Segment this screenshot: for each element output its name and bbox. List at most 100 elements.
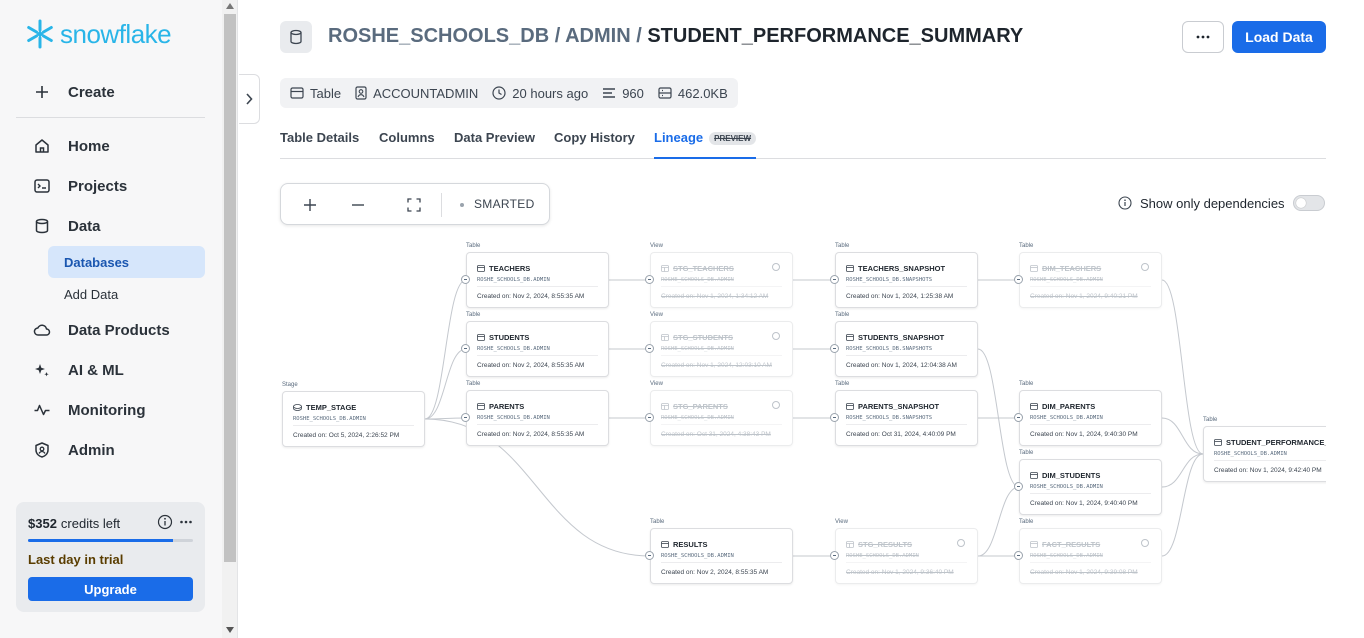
snowflake-logo[interactable]: snowflake: [24, 18, 172, 50]
more-options-icon[interactable]: [179, 515, 193, 532]
node-name: PARENTS_SNAPSHOT: [858, 402, 940, 411]
sidebar-subitem-databases[interactable]: Databases: [48, 246, 205, 278]
node-title: STG_STUDENTS: [661, 333, 733, 342]
view-icon: [661, 403, 669, 410]
lineage-node-parents[interactable]: PARENTS ROSHE_SCHOOLS_DB.ADMIN Created on:…: [466, 390, 609, 446]
load-data-button[interactable]: Load Data: [1232, 21, 1326, 53]
node-schema: ROSHE_SCHOOLS_DB.ADMIN: [661, 415, 734, 421]
lineage-node-fact-results[interactable]: FACT_RESULTS ROSHE_SCHOOLS_DB.ADMIN Create…: [1019, 528, 1162, 584]
tab-table-details[interactable]: Table Details: [280, 130, 359, 159]
logo-text: snowflake: [60, 18, 172, 49]
info-icon[interactable]: [772, 332, 780, 340]
tab-data-preview[interactable]: Data Preview: [454, 130, 535, 159]
sidebar-item-data[interactable]: Data: [16, 210, 205, 242]
collapse-upstream-button[interactable]: [645, 551, 654, 560]
scrollbar-thumb[interactable]: [224, 14, 236, 562]
meta-owner: ACCOUNTADMIN: [355, 86, 478, 101]
collapse-upstream-button[interactable]: [461, 413, 470, 422]
info-icon[interactable]: [157, 514, 173, 533]
lineage-node-students-snapshot[interactable]: STUDENTS_SNAPSHOT ROSHE_SCHOOLS_DB.SNAPSH…: [835, 321, 978, 377]
collapse-upstream-button[interactable]: [1014, 482, 1023, 491]
node-title: STG_PARENTS: [661, 402, 728, 411]
lineage-edge: [424, 279, 467, 420]
sidebar-item-monitoring[interactable]: Monitoring: [16, 394, 205, 426]
sidebar-item-ai-ml[interactable]: AI & ML: [16, 354, 205, 386]
fit-view-button[interactable]: [403, 194, 425, 216]
info-icon[interactable]: [1141, 539, 1149, 547]
lineage-canvas[interactable]: Stage TEMP_STAGE ROSHE_SCHOOLS_DB.ADMIN Cre…: [280, 236, 1326, 596]
lineage-node-dim-students[interactable]: DIM_STUDENTS ROSHE_SCHOOLS_DB.ADMIN Create…: [1019, 459, 1162, 515]
info-icon[interactable]: [772, 401, 780, 409]
lineage-node-stg-parents[interactable]: STG_PARENTS ROSHE_SCHOOLS_DB.ADMIN Created…: [650, 390, 793, 446]
node-divider: [1030, 493, 1151, 494]
node-divider: [846, 355, 967, 356]
lineage-node-dim-parents[interactable]: DIM_PARENTS ROSHE_SCHOOLS_DB.ADMIN Created…: [1019, 390, 1162, 446]
lineage-node-results[interactable]: RESULTS ROSHE_SCHOOLS_DB.ADMIN Created on:…: [650, 528, 793, 584]
lineage-node-teachers-snapshot[interactable]: TEACHERS_SNAPSHOT ROSHE_SCHOOLS_DB.SNAPSH…: [835, 252, 978, 308]
collapse-upstream-button[interactable]: [645, 344, 654, 353]
collapse-upstream-button[interactable]: [1014, 551, 1023, 560]
plus-icon: [32, 82, 52, 102]
lineage-node-student-performance-summary[interactable]: STUDENT_PERFORMANCE_S... ROSHE_SCHOOLS_DB…: [1203, 426, 1326, 482]
collapse-upstream-button[interactable]: [830, 344, 839, 353]
lineage-node-dim-teachers[interactable]: DIM_TEACHERS ROSHE_SCHOOLS_DB.ADMIN Create…: [1019, 252, 1162, 308]
node-divider: [477, 424, 598, 425]
info-icon[interactable]: [772, 263, 780, 271]
toolbar-label[interactable]: SMARTED: [474, 197, 535, 211]
scroll-up-arrow-icon[interactable]: [226, 3, 234, 9]
meta-owner-label: ACCOUNTADMIN: [373, 85, 479, 101]
table-icon: [1030, 472, 1038, 479]
lineage-node-students[interactable]: STUDENTS ROSHE_SCHOOLS_DB.ADMIN Created on…: [466, 321, 609, 377]
sidebar-item-label: Data Products: [68, 321, 170, 339]
node-type-label: Table: [1203, 417, 1218, 423]
tab-columns[interactable]: Columns: [379, 130, 435, 159]
node-divider: [293, 425, 414, 426]
collapse-upstream-button[interactable]: [645, 275, 654, 284]
collapse-upstream-button[interactable]: [645, 413, 654, 422]
sidebar-item-home[interactable]: Home: [16, 130, 205, 162]
lineage-node-stg-students[interactable]: STG_STUDENTS ROSHE_SCHOOLS_DB.ADMIN Create…: [650, 321, 793, 377]
collapse-upstream-button[interactable]: [1014, 275, 1023, 284]
lineage-node-temp-stage[interactable]: TEMP_STAGE ROSHE_SCHOOLS_DB.ADMIN Created …: [282, 391, 425, 447]
sidebar-scrollbar[interactable]: [222, 0, 238, 638]
scroll-down-arrow-icon[interactable]: [226, 627, 234, 633]
node-divider: [661, 562, 782, 563]
trial-warning: Last day in trial: [28, 552, 124, 567]
lineage-node-parents-snapshot[interactable]: PARENTS_SNAPSHOT ROSHE_SCHOOLS_DB.SNAPSHO…: [835, 390, 978, 446]
collapse-upstream-button[interactable]: [461, 344, 470, 353]
collapse-upstream-button[interactable]: [830, 275, 839, 284]
node-title: RESULTS: [661, 540, 707, 549]
collapse-upstream-button[interactable]: [461, 275, 470, 284]
info-icon[interactable]: [1118, 196, 1132, 210]
tab-lineage[interactable]: Lineage PREVIEW: [654, 130, 757, 159]
breadcrumb-database[interactable]: ROSHE_SCHOOLS_DB: [328, 25, 549, 47]
dependencies-toggle[interactable]: [1292, 195, 1325, 211]
node-schema: ROSHE_SCHOOLS_DB.ADMIN: [1214, 451, 1287, 457]
create-button[interactable]: Create: [16, 76, 205, 108]
info-icon[interactable]: [957, 539, 965, 547]
collapse-upstream-button[interactable]: [1014, 413, 1023, 422]
meta-rows-label: 960: [622, 85, 644, 101]
pulse-icon: [32, 400, 52, 420]
collapse-upstream-button[interactable]: [830, 551, 839, 560]
zoom-out-button[interactable]: [347, 194, 369, 216]
zoom-in-button[interactable]: [299, 194, 321, 216]
collapse-upstream-button[interactable]: [830, 413, 839, 422]
tab-copy-history[interactable]: Copy History: [554, 130, 635, 159]
lineage-node-stg-results[interactable]: STG_RESULTS ROSHE_SCHOOLS_DB.ADMIN Created…: [835, 528, 978, 584]
node-created: Created on: Nov 2, 2024, 8:55:35 AM: [477, 431, 585, 438]
upgrade-button[interactable]: Upgrade: [28, 577, 193, 601]
lineage-node-stg-teachers[interactable]: STG_TEACHERS ROSHE_SCHOOLS_DB.ADMIN Create…: [650, 252, 793, 308]
breadcrumb-schema[interactable]: ADMIN: [565, 25, 631, 47]
more-actions-button[interactable]: [1182, 21, 1224, 53]
node-created: Created on: Nov 1, 2024, 9:40:21 PM: [1030, 293, 1138, 300]
lineage-node-teachers[interactable]: TEACHERS ROSHE_SCHOOLS_DB.ADMIN Created on…: [466, 252, 609, 308]
sidebar-item-data-products[interactable]: Data Products: [16, 314, 205, 346]
sidebar-item-admin[interactable]: Admin: [16, 434, 205, 466]
expand-panel-button[interactable]: [239, 74, 260, 124]
meta-updated-label: 20 hours ago: [512, 85, 589, 101]
sidebar-subitem-add-data[interactable]: Add Data: [48, 278, 205, 310]
info-icon[interactable]: [1141, 263, 1149, 271]
sidebar-item-projects[interactable]: Projects: [16, 170, 205, 202]
storage-icon: [658, 87, 672, 99]
